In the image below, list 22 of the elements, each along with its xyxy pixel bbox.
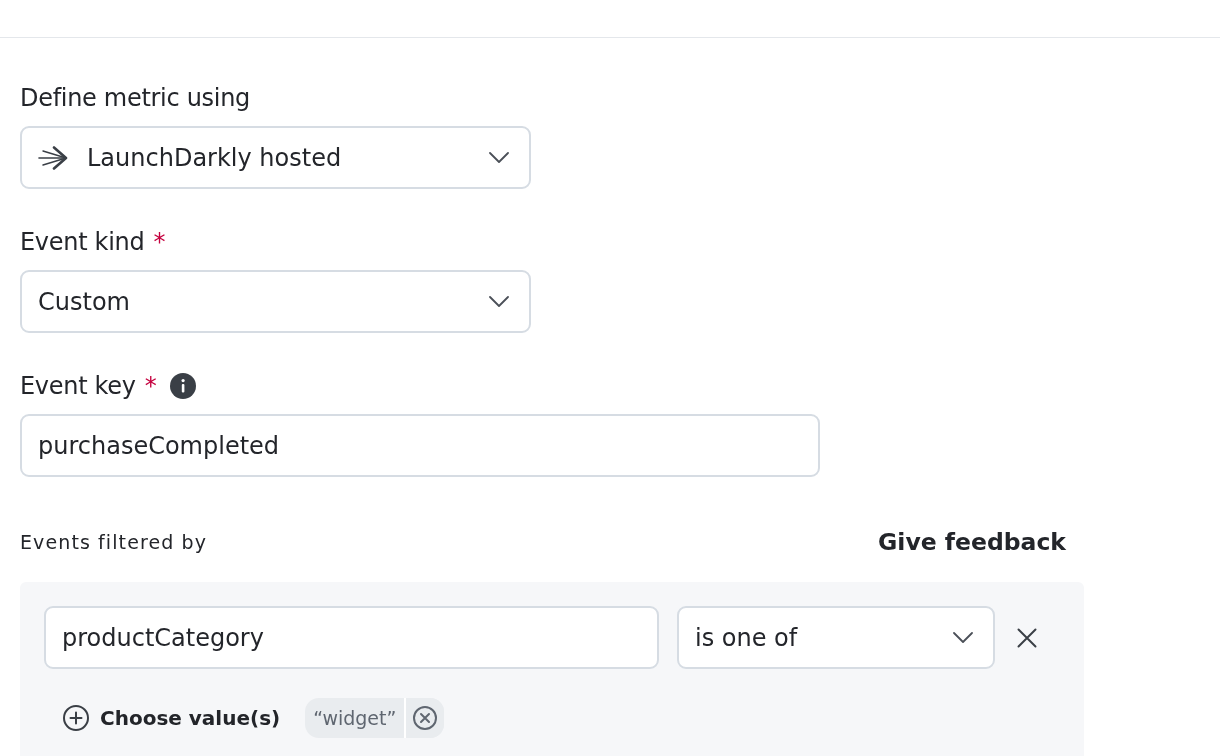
info-icon[interactable]	[169, 373, 196, 399]
plus-circle-icon	[63, 705, 89, 731]
chevron-down-icon	[489, 152, 509, 163]
arrow-icon	[38, 145, 68, 170]
field-label: Define metric using	[20, 83, 250, 113]
choose-values-button[interactable]: Choose value(s)	[51, 699, 293, 737]
close-icon	[1017, 627, 1037, 648]
property-input[interactable]: productCategory	[44, 606, 659, 669]
chevron-down-icon	[489, 296, 509, 307]
x-circle-icon	[413, 706, 438, 730]
required-mark: *	[144, 371, 157, 401]
chip-label: “widget”	[312, 706, 398, 731]
field-label: Event kind	[20, 227, 145, 257]
field-label: Event key	[20, 371, 136, 401]
event-kind-select[interactable]: Custom	[20, 270, 531, 333]
required-mark: *	[153, 227, 166, 257]
metric-source-select[interactable]: LaunchDarkly hosted	[20, 126, 531, 189]
feedback-link[interactable]: Give feedback	[878, 527, 1066, 557]
chevron-down-icon	[953, 632, 973, 643]
event-key-input[interactable]: purchaseCompleted	[20, 414, 820, 477]
operator-select[interactable]: is one of	[677, 606, 995, 669]
section-label: Events filtered by	[20, 530, 208, 555]
